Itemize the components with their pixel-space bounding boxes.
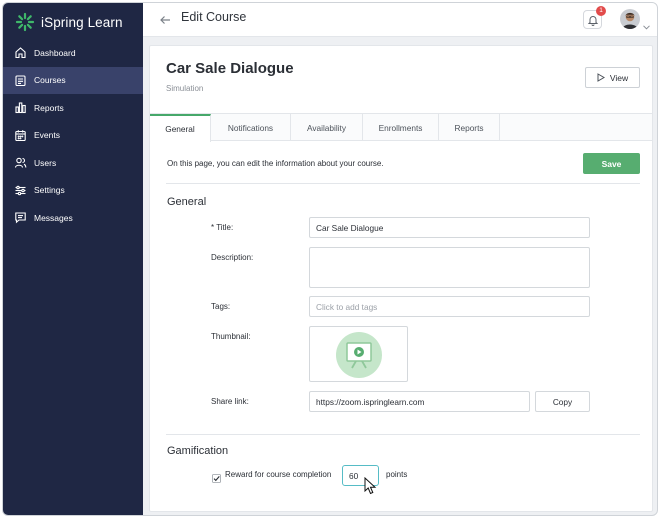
sidebar-item-label: Users — [34, 157, 57, 168]
edit-course-card: Car Sale Dialogue Simulation View Genera… — [149, 45, 653, 512]
back-arrow-icon[interactable] — [159, 13, 171, 25]
divider — [166, 183, 640, 184]
tab-reports[interactable]: Reports — [439, 114, 500, 141]
course-title: Car Sale Dialogue — [166, 60, 294, 77]
tags-field[interactable]: Click to add tags — [309, 296, 590, 317]
reward-label: Reward for course completion — [225, 470, 332, 479]
play-icon — [597, 73, 605, 82]
title-field[interactable]: Car Sale Dialogue — [309, 217, 590, 238]
chevron-down-icon[interactable] — [643, 17, 650, 30]
sidebar-item-label: Reports — [34, 102, 64, 113]
view-button-label: View — [609, 72, 629, 83]
sidebar-item-events[interactable]: Events — [3, 122, 143, 150]
copy-button[interactable]: Copy — [535, 391, 590, 412]
home-icon — [14, 46, 27, 59]
sidebar-item-label: Messages — [34, 212, 73, 223]
mouse-cursor-icon — [364, 476, 377, 495]
brand-name: iSpring Learn — [41, 14, 123, 30]
thumbnail-picker[interactable] — [309, 326, 408, 382]
points-value: 60 — [349, 470, 359, 481]
tab-notifications[interactable]: Notifications — [211, 114, 291, 141]
view-button[interactable]: View — [585, 67, 640, 88]
share-link-value: https://zoom.ispringlearn.com — [316, 396, 425, 407]
tab-general[interactable]: General — [150, 114, 211, 142]
points-label: points — [386, 470, 408, 479]
title-label: * Title: — [211, 223, 234, 232]
app-window: iSpring Learn Dashboard Courses Reports — [2, 2, 658, 516]
share-link-field[interactable]: https://zoom.ispringlearn.com — [309, 391, 530, 412]
sliders-icon — [14, 184, 27, 197]
tab-availability[interactable]: Availability — [291, 114, 363, 141]
sidebar-nav: Dashboard Courses Reports Events Users S… — [3, 39, 143, 232]
users-icon — [14, 156, 27, 169]
checkmark-icon — [212, 474, 221, 483]
sidebar-item-dashboard[interactable]: Dashboard — [3, 39, 143, 67]
bell-icon — [587, 16, 599, 26]
top-bar: Edit Course 1 — [143, 3, 657, 37]
message-icon — [14, 211, 27, 224]
calendar-icon — [14, 129, 27, 142]
bar-chart-icon — [14, 101, 27, 114]
sidebar: iSpring Learn Dashboard Courses Reports — [3, 3, 143, 515]
brand[interactable]: iSpring Learn — [15, 11, 123, 33]
course-type: Simulation — [166, 84, 204, 93]
tab-enrollments[interactable]: Enrollments — [363, 114, 439, 141]
sidebar-item-messages[interactable]: Messages — [3, 204, 143, 232]
title-value: Car Sale Dialogue — [316, 222, 384, 233]
description-label: Description: — [211, 253, 254, 262]
share-link-label: Share link: — [211, 397, 249, 406]
divider — [166, 434, 640, 435]
notification-badge: 1 — [596, 6, 606, 16]
sidebar-item-settings[interactable]: Settings — [3, 177, 143, 205]
intro-text: On this page, you can edit the informati… — [167, 159, 384, 168]
general-heading: General — [167, 196, 207, 208]
thumbnail-label: Thumbnail: — [211, 332, 251, 341]
page-title: Edit Course — [181, 10, 247, 24]
avatar[interactable] — [620, 9, 640, 29]
tags-placeholder: Click to add tags — [316, 301, 378, 312]
notifications-button[interactable]: 1 — [583, 6, 606, 29]
presentation-icon — [336, 332, 382, 378]
tags-label: Tags: — [211, 302, 231, 311]
sidebar-item-label: Settings — [34, 185, 65, 196]
sidebar-item-users[interactable]: Users — [3, 149, 143, 177]
sidebar-item-reports[interactable]: Reports — [3, 94, 143, 122]
sidebar-item-courses[interactable]: Courses — [3, 66, 143, 94]
tab-bar: General Notifications Availability Enrol… — [150, 113, 652, 142]
ispring-logo-icon — [15, 12, 35, 32]
courses-icon — [14, 74, 27, 87]
sidebar-item-label: Courses — [34, 75, 66, 86]
description-field[interactable] — [309, 247, 590, 288]
gamification-heading: Gamification — [167, 445, 229, 457]
reward-checkbox[interactable] — [212, 470, 221, 483]
sidebar-item-label: Events — [34, 130, 60, 141]
sidebar-item-label: Dashboard — [34, 47, 76, 58]
save-button[interactable]: Save — [583, 153, 640, 174]
